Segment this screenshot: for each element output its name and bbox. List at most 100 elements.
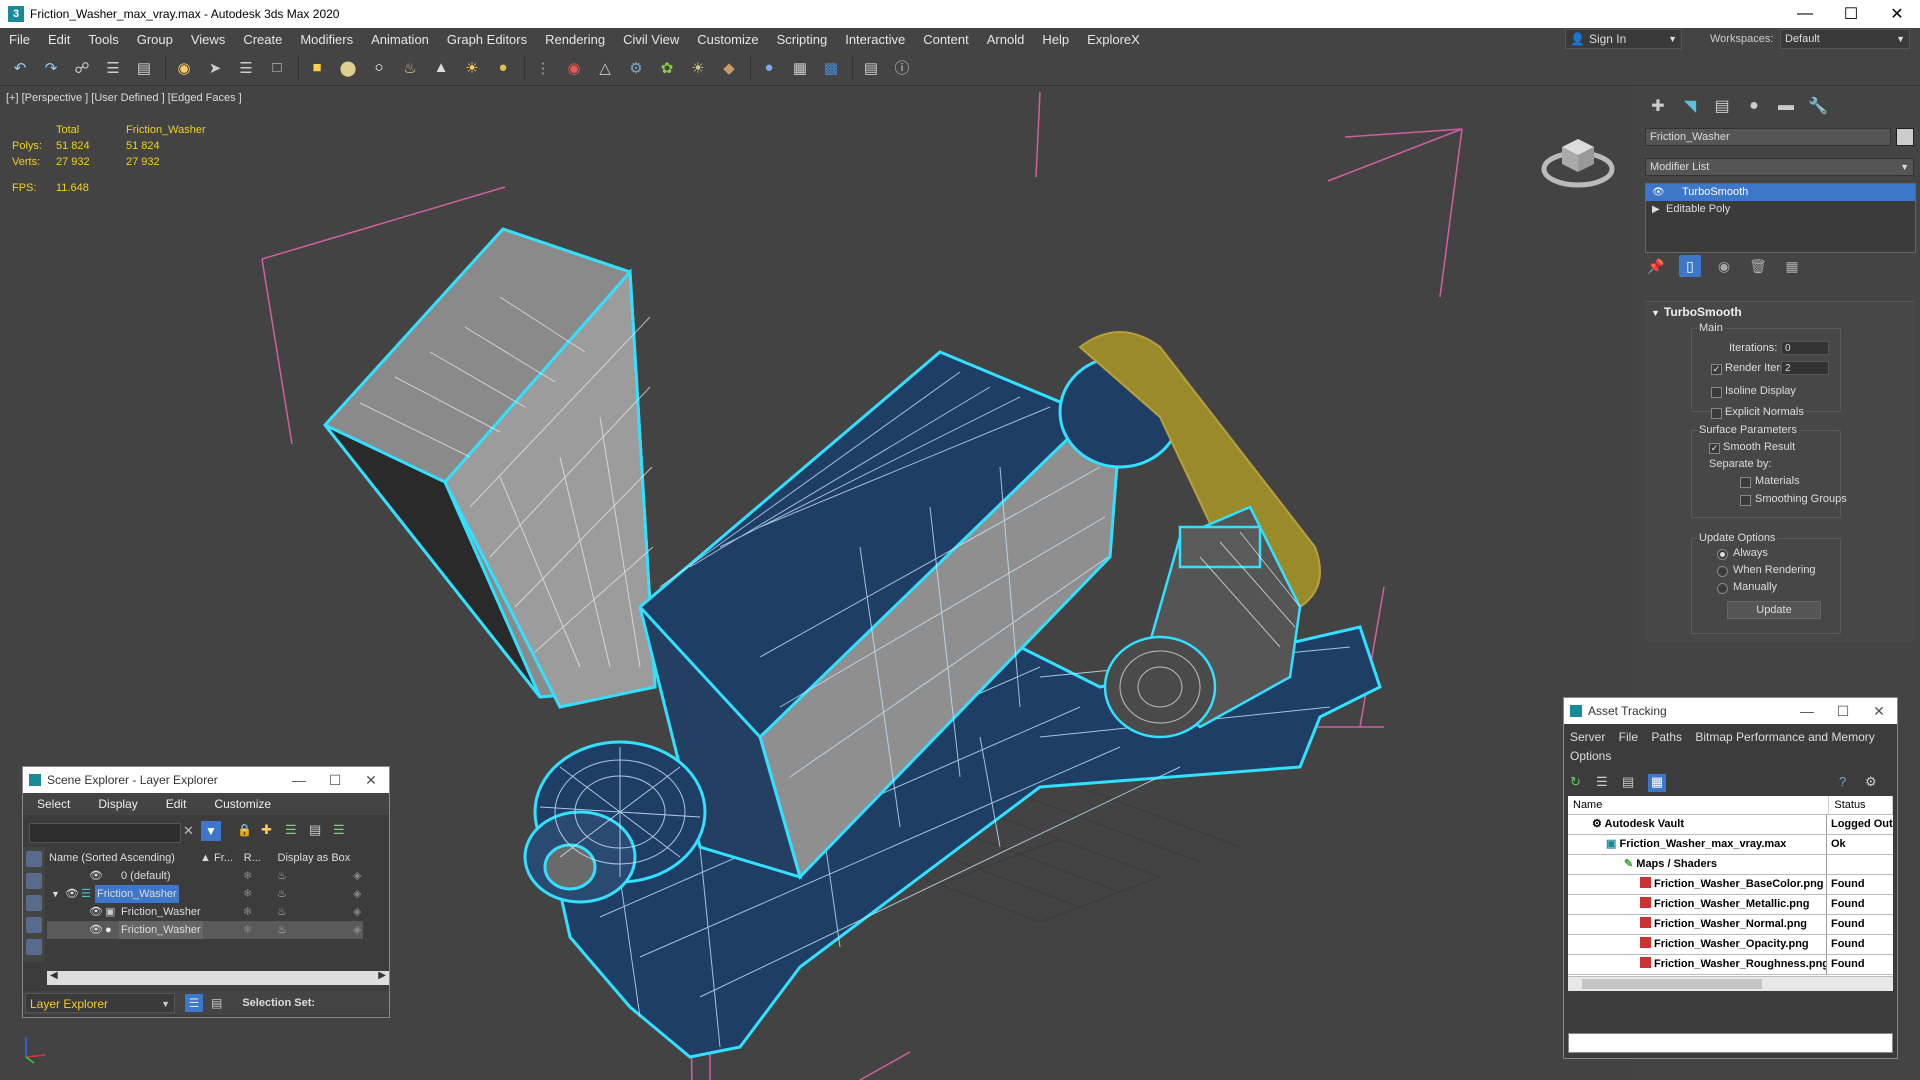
asset-row[interactable]: Friction_Washer_Opacity.png Found <box>1568 935 1893 955</box>
settings-icon[interactable]: ⚙ <box>1865 774 1883 792</box>
menu-customize[interactable]: Customize <box>688 32 767 47</box>
freeze-icon[interactable]: ❄ <box>243 903 252 921</box>
smooth-result-checkbox[interactable]: ✓ <box>1709 443 1720 454</box>
materials-checkbox[interactable] <box>1740 477 1751 488</box>
asset-horizontal-scrollbar[interactable] <box>1568 976 1893 991</box>
undo-icon[interactable]: ↶ <box>8 56 32 80</box>
layers-icon[interactable]: ☰ <box>285 822 297 838</box>
helper-icon[interactable]: △ <box>593 56 617 80</box>
box-icon[interactable]: ◈ <box>353 921 361 939</box>
tree-row-friction-washer-group[interactable]: 👁 ▣ Friction_Washer ❄ ♨ ◈ <box>47 903 363 921</box>
sign-in-dropdown[interactable]: 👤 Sign In ▼ <box>1565 29 1682 49</box>
viewcube-icon[interactable] <box>1538 117 1618 197</box>
help-icon[interactable]: ? <box>1839 774 1857 792</box>
asset-row[interactable]: Friction_Washer_Normal.png Found <box>1568 915 1893 935</box>
unlink-icon[interactable]: ☰ <box>101 56 125 80</box>
col-display-as-box[interactable]: Display as Box <box>278 849 363 867</box>
isoline-checkbox[interactable] <box>1711 387 1722 398</box>
stack-icon[interactable]: ☰ <box>333 822 345 838</box>
minimize-button[interactable]: — <box>1782 0 1828 28</box>
filter-icon[interactable]: ▼ <box>201 821 221 841</box>
menu-rendering[interactable]: Rendering <box>536 32 614 47</box>
asset-row[interactable]: Friction_Washer_Metallic.png Found <box>1568 895 1893 915</box>
object-name-field[interactable]: Friction_Washer <box>1645 128 1891 146</box>
eye-icon[interactable]: 👁 <box>89 903 103 921</box>
workspace-select[interactable]: Default ▼ <box>1780 29 1910 49</box>
menu-graph-editors[interactable]: Graph Editors <box>438 32 536 47</box>
menu-help[interactable]: Help <box>1033 32 1078 47</box>
col-frozen[interactable]: ▲ Fr... <box>200 849 244 867</box>
box-icon[interactable]: ◈ <box>353 885 361 903</box>
motion-tab-icon[interactable]: ● <box>1742 95 1766 117</box>
redo-icon[interactable]: ↷ <box>39 56 63 80</box>
sphere-icon[interactable]: ● <box>491 56 515 80</box>
tree-row-friction-washer-layer[interactable]: ▼ 👁 ☰ Friction_Washer ❄ ♨ ◈ <box>47 885 363 903</box>
thumbnail-view-icon[interactable]: ▤ <box>1622 774 1640 792</box>
menu-modifiers[interactable]: Modifiers <box>291 32 362 47</box>
render-sphere-icon[interactable]: ● <box>757 56 781 80</box>
asset-row[interactable]: ▣ Friction_Washer_max_vray.max Ok <box>1568 835 1893 855</box>
display-cameras-icon[interactable] <box>26 917 42 933</box>
stack-item-turbosmooth[interactable]: 👁 TurboSmooth <box>1646 184 1915 201</box>
make-unique-icon[interactable]: ◉ <box>1713 255 1735 277</box>
col-name[interactable]: Name (Sorted Ascending) <box>47 849 200 867</box>
rotate-icon[interactable]: ⬤ <box>336 56 360 80</box>
asset-tracking-titlebar[interactable]: Asset Tracking — ☐ ✕ <box>1564 698 1897 724</box>
particles-icon[interactable]: ⋮ <box>531 56 555 80</box>
maximize-button[interactable]: ☐ <box>1828 0 1874 28</box>
search-input[interactable] <box>29 823 181 843</box>
display-lights-icon[interactable] <box>26 895 42 911</box>
display-objects-icon[interactable] <box>26 851 42 867</box>
eye-icon[interactable]: 👁 <box>65 885 79 903</box>
rollout-title[interactable]: ▼ TurboSmooth <box>1651 305 1742 319</box>
minimize-button[interactable]: — <box>1789 703 1825 719</box>
asset-path-field[interactable] <box>1568 1033 1893 1053</box>
collapse-arrow-icon[interactable]: ▼ <box>51 885 60 903</box>
freeze-icon[interactable]: ❄ <box>243 867 252 885</box>
tree-row-friction-washer-object[interactable]: 👁 ● Friction_Washer ❄ ♨ ◈ <box>47 921 363 939</box>
horizontal-scrollbar[interactable]: ◀ ▶ <box>47 970 389 985</box>
menu-group[interactable]: Group <box>128 32 182 47</box>
render-frame-icon[interactable]: ▩ <box>819 56 843 80</box>
menu-content[interactable]: Content <box>914 32 978 47</box>
display-layers-icon[interactable] <box>26 873 42 889</box>
close-button[interactable]: ✕ <box>1861 703 1897 720</box>
table-view-icon[interactable]: ▦ <box>1648 774 1666 792</box>
configure-sets-icon[interactable]: ▦ <box>1781 255 1803 277</box>
render-iters-checkbox[interactable]: ✓ <box>1711 364 1722 375</box>
se-menu-display[interactable]: Display <box>84 797 151 811</box>
scroll-right-icon[interactable]: ▶ <box>378 970 386 981</box>
hierarchy-mode-icon[interactable]: ▤ <box>211 996 222 1010</box>
when-rendering-radio[interactable] <box>1717 566 1728 577</box>
menu-create[interactable]: Create <box>234 32 291 47</box>
asset-row[interactable]: ⚙ Autodesk Vault Logged Out <box>1568 815 1893 835</box>
object-color-swatch[interactable] <box>1896 128 1914 146</box>
utilities-tab-icon[interactable]: 🔧 <box>1806 95 1830 117</box>
close-button[interactable]: ✕ <box>353 772 389 789</box>
asset-menu-line2[interactable]: Options <box>1570 747 1891 766</box>
eye-icon[interactable]: 👁 <box>89 867 103 885</box>
menu-explorex[interactable]: ExploreX <box>1078 32 1149 47</box>
teapot-icon[interactable]: ♨ <box>277 867 287 885</box>
se-menu-customize[interactable]: Customize <box>200 797 285 811</box>
teapot-icon[interactable]: ♨ <box>277 885 287 903</box>
expand-arrow-icon[interactable]: ▶ <box>1652 201 1660 218</box>
clear-search-icon[interactable]: ✕ <box>183 823 194 839</box>
asset-menu-line1[interactable]: Server File Paths Bitmap Performance and… <box>1570 728 1891 747</box>
teapot-icon[interactable]: ♨ <box>398 56 422 80</box>
layer-explorer-dropdown[interactable]: Layer Explorer ▼ <box>25 993 175 1013</box>
col-render[interactable]: R... <box>244 849 278 867</box>
box-icon[interactable]: ◈ <box>353 903 361 921</box>
show-end-result-icon[interactable]: ▯ <box>1679 255 1701 277</box>
hdri-icon[interactable]: ☀ <box>686 56 710 80</box>
fur-icon[interactable]: ◆ <box>717 56 741 80</box>
menu-civil-view[interactable]: Civil View <box>614 32 688 47</box>
modify-tab-icon[interactable]: ◥ <box>1678 95 1702 117</box>
display-helpers-icon[interactable] <box>26 939 42 955</box>
move-icon[interactable]: ■ <box>305 56 329 80</box>
hierarchy-icon[interactable]: ▤ <box>309 822 321 838</box>
eye-icon[interactable]: 👁 <box>89 921 103 939</box>
list-view-icon[interactable]: ☰ <box>1596 774 1614 792</box>
scene-explorer-titlebar[interactable]: Scene Explorer - Layer Explorer — ☐ ✕ <box>23 767 389 793</box>
se-menu-edit[interactable]: Edit <box>152 797 201 811</box>
